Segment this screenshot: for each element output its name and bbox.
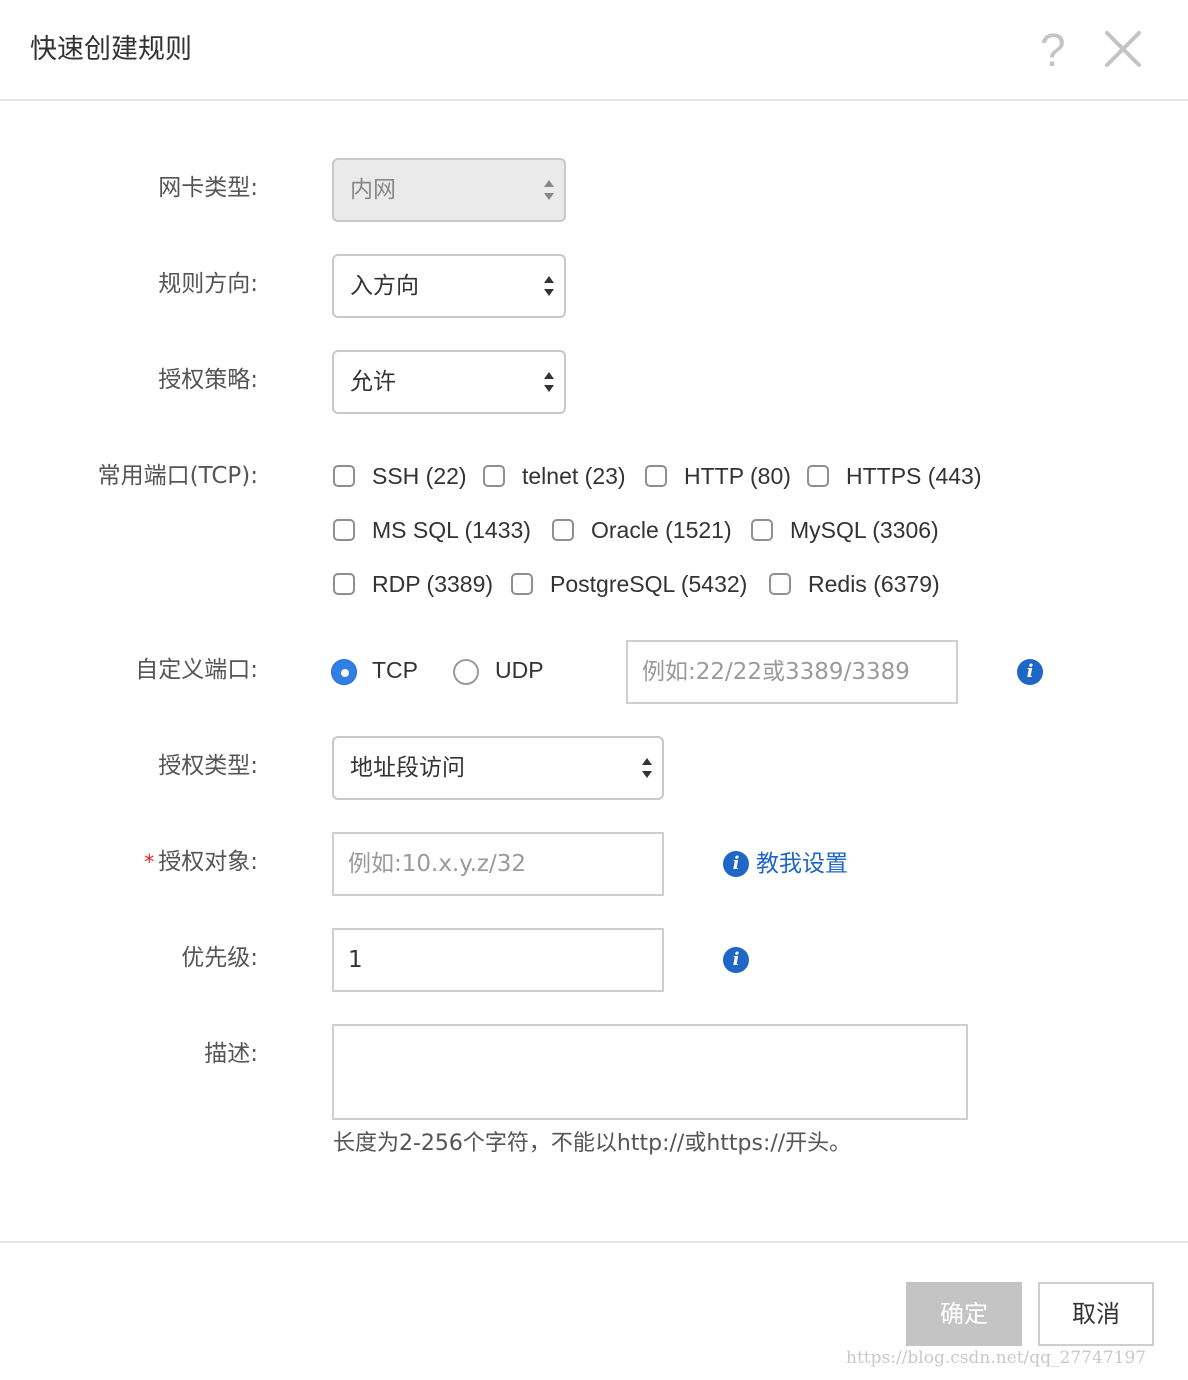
direction-label: 规则方向: — [158, 271, 258, 297]
checkbox-label-https: HTTPS (443) — [846, 463, 982, 489]
nic-type-label: 网卡类型: — [158, 175, 258, 201]
radio-label-tcp: TCP — [372, 657, 418, 683]
confirm-button[interactable]: 确定 — [906, 1282, 1022, 1346]
checkbox-label-ssh: SSH (22) — [372, 463, 467, 489]
checkbox-label-http: HTTP (80) — [684, 463, 791, 489]
nic-type-value: 内网 — [350, 177, 396, 203]
checkbox-telnet[interactable] — [483, 465, 505, 487]
help-setup-link[interactable]: 教我设置 — [756, 848, 848, 880]
direction-value: 入方向 — [350, 273, 419, 299]
policy-value: 允许 — [350, 369, 396, 395]
checkbox-label-redis: Redis (6379) — [808, 571, 940, 597]
auth-object-label: 授权对象: — [158, 849, 258, 875]
radio-udp[interactable] — [453, 659, 479, 685]
auth-type-value: 地址段访问 — [350, 755, 465, 781]
auth-object-placeholder: 例如:10.x.y.z/32 — [348, 851, 526, 877]
description-textarea[interactable] — [332, 1024, 968, 1120]
auth-object-input[interactable]: 例如:10.x.y.z/32 — [332, 832, 664, 896]
checkbox-label-postgresql: PostgreSQL (5432) — [550, 571, 748, 597]
cancel-button[interactable]: 取消 — [1038, 1282, 1154, 1346]
dialog-title: 快速创建规则 — [30, 34, 192, 65]
select-arrows-icon — [544, 372, 554, 392]
radio-tcp[interactable] — [331, 659, 357, 685]
checkbox-postgresql[interactable] — [511, 573, 533, 595]
checkbox-mssql[interactable] — [333, 519, 355, 541]
select-arrows-icon — [544, 180, 554, 200]
select-arrows-icon — [544, 276, 554, 296]
checkbox-https[interactable] — [807, 465, 829, 487]
priority-value: 1 — [348, 947, 363, 973]
checkbox-label-oracle: Oracle (1521) — [591, 517, 732, 543]
footer-divider — [0, 1241, 1188, 1243]
checkbox-label-rdp: RDP (3389) — [372, 571, 494, 597]
checkbox-label-mysql: MySQL (3306) — [790, 517, 939, 543]
checkbox-http[interactable] — [645, 465, 667, 487]
checkbox-oracle[interactable] — [552, 519, 574, 541]
direction-select[interactable]: 入方向 — [332, 254, 566, 318]
info-icon: i — [723, 851, 749, 877]
policy-label: 授权策略: — [158, 367, 258, 393]
required-mark: * — [144, 850, 155, 874]
priority-input[interactable]: 1 — [332, 928, 664, 992]
auth-type-label: 授权类型: — [158, 753, 258, 779]
radio-label-udp: UDP — [495, 657, 544, 683]
description-hint: 长度为2-256个字符，不能以http://或https://开头。 — [333, 1131, 852, 1156]
checkbox-label-telnet: telnet (23) — [522, 463, 626, 489]
info-icon[interactable]: i — [723, 947, 749, 973]
watermark: https://blog.csdn.net/qq_27747197 — [846, 1348, 1147, 1368]
info-icon[interactable]: i — [1017, 659, 1043, 685]
checkbox-mysql[interactable] — [751, 519, 773, 541]
select-arrows-icon — [642, 758, 652, 778]
question-icon[interactable]: ? — [1040, 24, 1066, 76]
auth-object-label-wrap: * 授权对象: — [0, 846, 258, 878]
auth-type-select[interactable]: 地址段访问 — [332, 736, 664, 800]
custom-port-label: 自定义端口: — [135, 657, 258, 683]
checkbox-ssh[interactable] — [333, 465, 355, 487]
priority-label: 优先级: — [181, 945, 258, 971]
common-ports-label: 常用端口(TCP): — [97, 463, 258, 489]
close-icon[interactable] — [1104, 30, 1142, 68]
header-divider — [0, 99, 1188, 101]
checkbox-label-mssql: MS SQL (1433) — [372, 517, 531, 543]
custom-port-input[interactable]: 例如:22/22或3389/3389 — [626, 640, 958, 704]
checkbox-rdp[interactable] — [333, 573, 355, 595]
nic-type-select[interactable]: 内网 — [332, 158, 566, 222]
custom-port-placeholder: 例如:22/22或3389/3389 — [642, 659, 910, 685]
policy-select[interactable]: 允许 — [332, 350, 566, 414]
checkbox-redis[interactable] — [769, 573, 791, 595]
description-label: 描述: — [204, 1041, 258, 1067]
